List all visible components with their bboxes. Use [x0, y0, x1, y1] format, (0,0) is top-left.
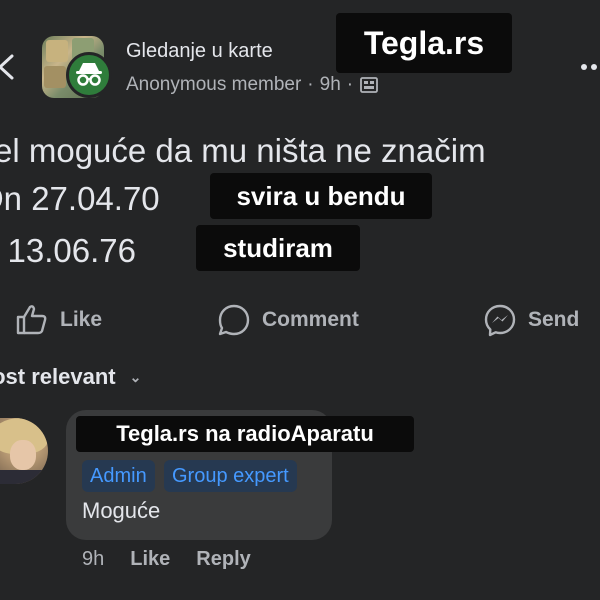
author-name[interactable]: Anonymous member — [126, 74, 301, 96]
post-text-line-2: On 27.04.70 — [0, 180, 160, 217]
meta-separator: · — [307, 74, 314, 95]
admin-badge[interactable]: Admin — [82, 460, 155, 492]
send-button[interactable]: Send — [482, 300, 579, 340]
post-text-line-3: a 13.06.76 — [0, 232, 136, 269]
messenger-icon — [484, 304, 516, 337]
group-expert-badge[interactable]: Group expert — [164, 460, 297, 492]
back-arrow-icon[interactable] — [0, 50, 20, 84]
comment-bubble-icon — [218, 304, 250, 336]
post-text-line-1: el moguće da mu ništa ne značim — [0, 132, 486, 169]
meta-separator: · — [346, 74, 354, 95]
post-time[interactable]: 9h — [320, 74, 341, 96]
avatar[interactable] — [0, 418, 48, 484]
group-name[interactable]: Gledanje u karte — [126, 40, 273, 63]
caption-overlay: svira u bendu — [210, 173, 432, 219]
members-audience-icon — [360, 77, 378, 93]
more-options-icon[interactable] — [580, 52, 600, 82]
send-label: Send — [528, 308, 580, 331]
sort-comments-dropdown[interactable]: lost relevant ⌄ — [0, 364, 141, 390]
chevron-down-icon: ⌄ — [129, 368, 142, 385]
commenter-name-overlay: Tegla.rs na radioAparatu — [76, 416, 414, 452]
watermark-title: Tegla.rs — [336, 13, 512, 73]
comment-reply-button[interactable]: Reply — [196, 548, 250, 571]
sort-label: lost relevant — [0, 364, 116, 389]
comment-text: Moguće — [82, 498, 161, 523]
post-screen: Gledanje u karte Anonymous member · 9h ·… — [0, 0, 600, 600]
comment-button[interactable]: Comment — [216, 300, 359, 340]
thumbs-up-icon — [16, 305, 47, 335]
comment-like-button[interactable]: Like — [130, 548, 170, 571]
like-button[interactable]: Like — [14, 300, 102, 340]
comment-time[interactable]: 9h — [82, 548, 104, 571]
comment-actions: 9h Like Reply — [82, 548, 251, 571]
post-meta: Anonymous member · 9h · — [126, 74, 379, 96]
caption-overlay: studiram — [196, 225, 360, 271]
like-label: Like — [60, 308, 103, 331]
comment-label: Comment — [262, 308, 359, 331]
anonymous-icon — [66, 52, 112, 98]
